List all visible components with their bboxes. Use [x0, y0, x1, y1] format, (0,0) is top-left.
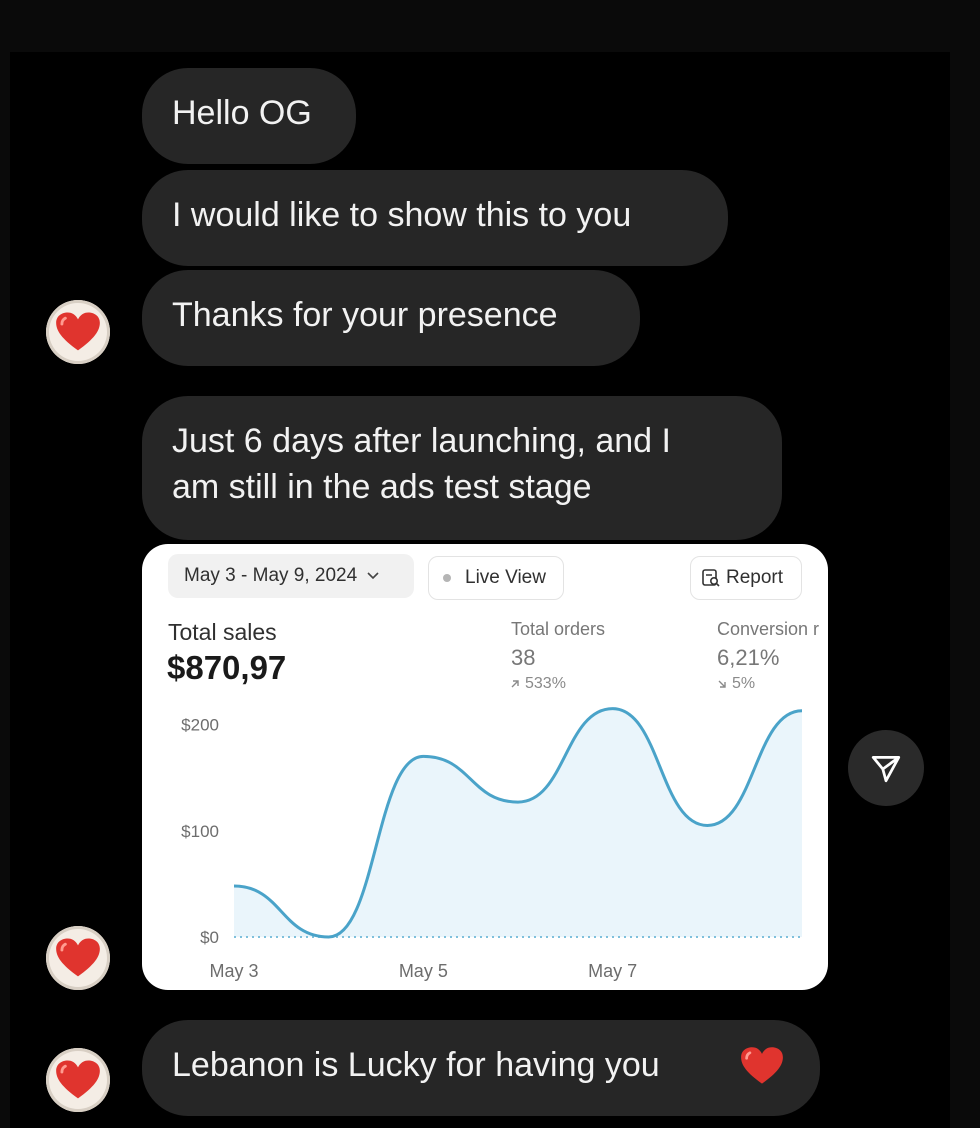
send-icon: [871, 755, 901, 783]
y-tick-label: $100: [181, 822, 219, 841]
heart-icon: [56, 1060, 100, 1099]
x-tick-label: May 7: [588, 961, 637, 981]
heart-icon[interactable]: [46, 1048, 110, 1112]
send-button[interactable]: [848, 730, 924, 806]
heart-emoji-icon: [741, 1047, 783, 1084]
message-text: I would like to show this to you: [172, 196, 632, 234]
heart-icon[interactable]: [46, 300, 110, 364]
message-bubble[interactable]: Hello OG: [142, 68, 356, 164]
message-bubble[interactable]: Lebanon is Lucky for having you: [142, 1020, 820, 1116]
shared-image-card[interactable]: May 3 - May 9, 2024 Live View Report Tot…: [142, 544, 828, 990]
message-text: am still in the ads test stage: [172, 468, 592, 506]
x-tick-label: May 5: [399, 961, 448, 981]
y-tick-label: $200: [181, 716, 219, 735]
message-text: Just 6 days after launching, and I: [172, 422, 671, 460]
message-bubble[interactable]: I would like to show this to you: [142, 170, 728, 266]
y-tick-label: $0: [200, 928, 219, 947]
heart-icon[interactable]: [46, 926, 110, 990]
sales-chart: $0 $100 $200 May 3 May 5 May 7: [181, 707, 803, 981]
message-text: Hello OG: [172, 94, 312, 132]
heart-icon: [56, 938, 100, 977]
x-tick-label: May 3: [209, 961, 258, 981]
message-text: Thanks for your presence: [172, 296, 558, 334]
message-bubble[interactable]: Thanks for your presence: [142, 270, 640, 366]
message-bubble[interactable]: Just 6 days after launching, and I am st…: [142, 396, 782, 540]
heart-icon: [56, 312, 100, 351]
message-text: Lebanon is Lucky for having you: [172, 1046, 660, 1084]
